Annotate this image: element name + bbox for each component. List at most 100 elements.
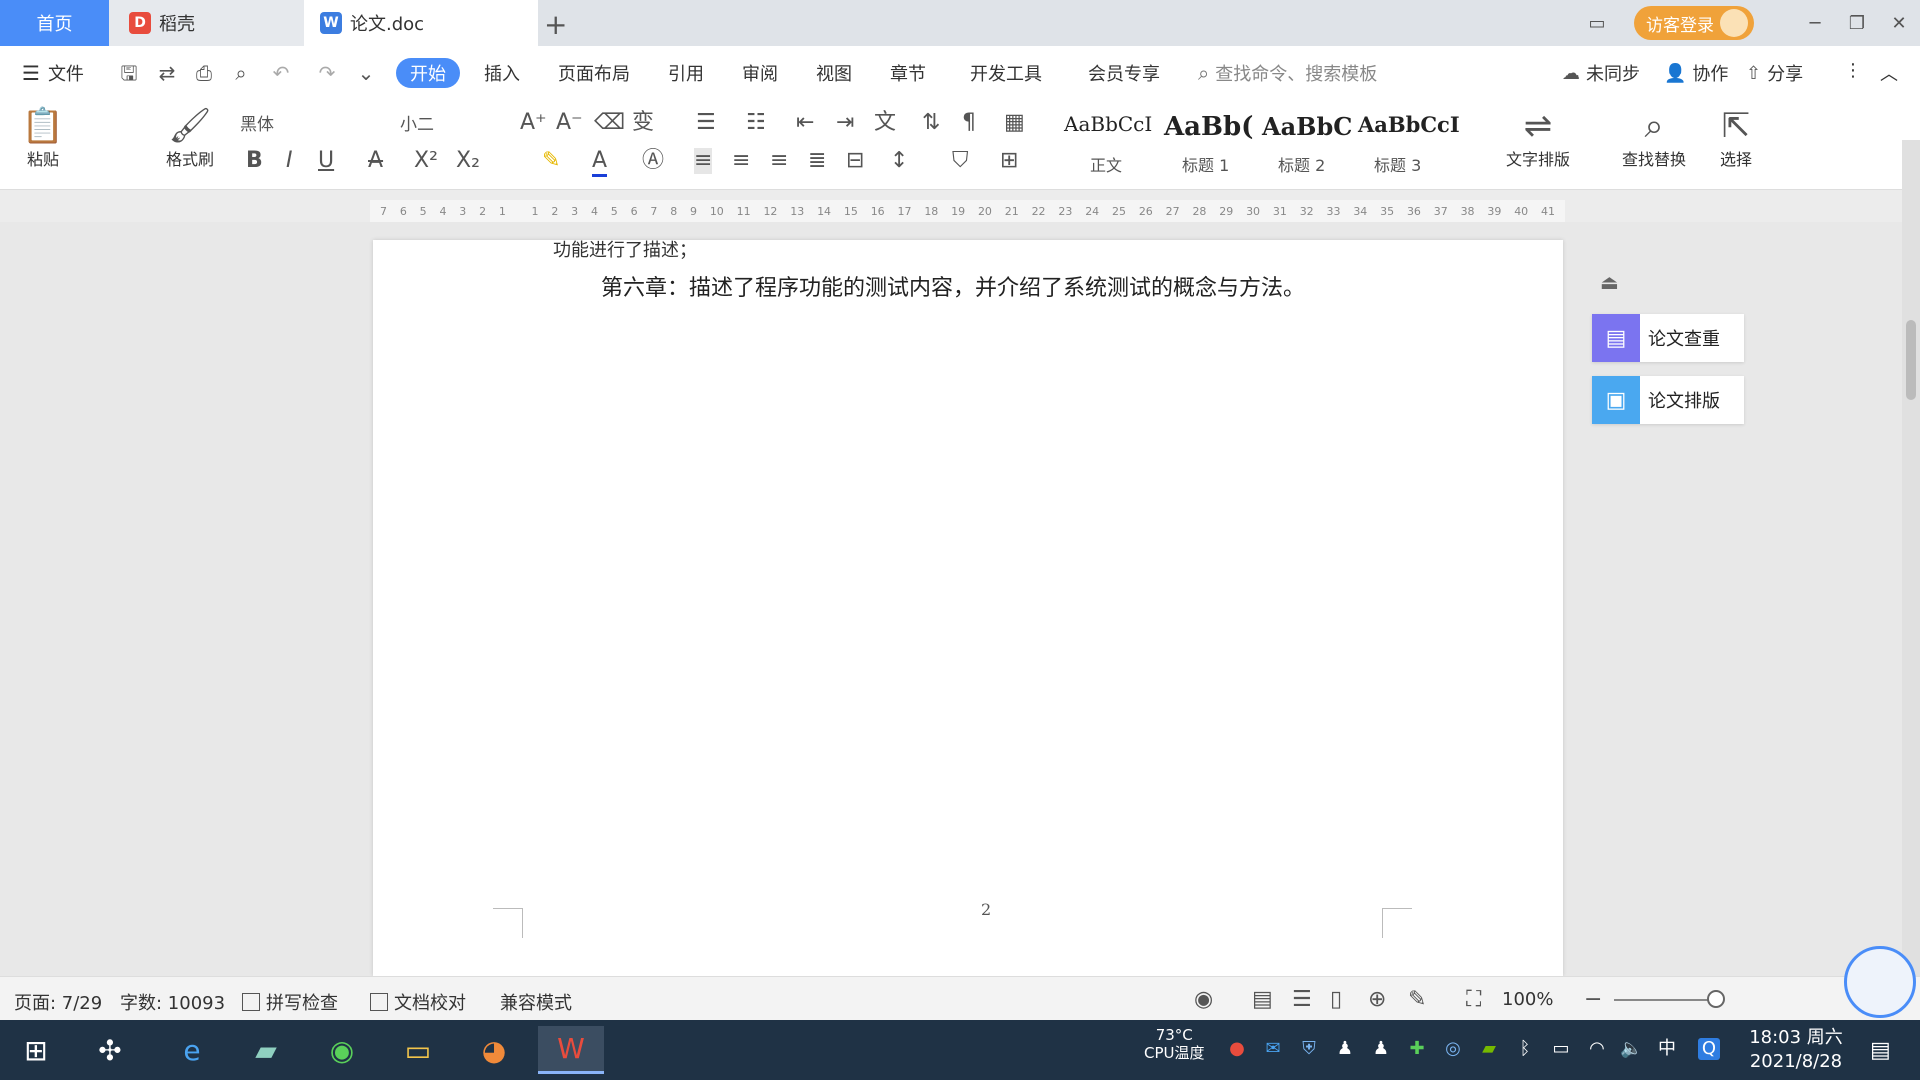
tab-view[interactable]: 视图: [816, 60, 852, 86]
italic-icon[interactable]: I: [286, 148, 293, 174]
outline-view-icon[interactable]: ☰: [1292, 987, 1312, 1012]
strikethrough-icon[interactable]: A: [368, 148, 383, 174]
bold-icon[interactable]: B: [246, 148, 263, 174]
word-count[interactable]: 字数: 10093: [120, 989, 225, 1015]
more-icon[interactable]: ⋮: [1844, 60, 1862, 81]
tab-chapter[interactable]: 章节: [890, 60, 926, 86]
windows-start-icon[interactable]: ⊞: [8, 1026, 64, 1074]
web-view-icon[interactable]: ⊕: [1368, 987, 1386, 1012]
borders-icon[interactable]: ⊞: [1000, 148, 1018, 174]
tray-chat-icon[interactable]: ✉: [1262, 1038, 1284, 1060]
decrease-indent-icon[interactable]: ⇤: [796, 110, 814, 136]
wifi-icon[interactable]: ◠: [1586, 1038, 1608, 1060]
notebook-app-icon[interactable]: ▰: [238, 1026, 294, 1074]
tray-plus-icon[interactable]: ✚: [1406, 1038, 1428, 1060]
char-border-icon[interactable]: Ⓐ: [642, 148, 664, 174]
align-left-icon[interactable]: ≡: [694, 148, 713, 174]
document-page[interactable]: 功能进行了描述； 第六章：描述了程序功能的测试内容，并介绍了系统测试的概念与方法…: [373, 240, 1563, 976]
paste-button[interactable]: 📋 粘贴: [18, 106, 68, 170]
page-indicator[interactable]: 页面: 7/29: [14, 989, 102, 1015]
tab-home[interactable]: 首页: [0, 0, 109, 46]
scrollbar-thumb[interactable]: [1906, 320, 1916, 400]
ie-browser-icon[interactable]: e: [164, 1026, 220, 1074]
tab-member[interactable]: 会员专享: [1088, 60, 1160, 86]
align-center-icon[interactable]: ≡: [732, 148, 750, 174]
chevron-down-icon[interactable]: ⌄: [355, 62, 377, 84]
tray-nvidia-icon[interactable]: ▰: [1478, 1038, 1500, 1060]
highlight-icon[interactable]: ✎: [542, 148, 560, 174]
font-color-icon[interactable]: A: [592, 148, 608, 177]
close-button[interactable]: ✕: [1878, 13, 1920, 34]
numbered-list-icon[interactable]: ☷: [746, 110, 766, 136]
orange-app-icon[interactable]: ◕: [466, 1026, 522, 1074]
tray-search-icon[interactable]: Q: [1698, 1038, 1720, 1060]
style-h3-sample[interactable]: AaBbCcI: [1358, 112, 1460, 137]
print-preview-icon[interactable]: ⌕: [230, 62, 252, 84]
system-clock[interactable]: 18:03 周六 2021/8/28: [1748, 1026, 1844, 1074]
reading-view-icon[interactable]: ▯: [1330, 987, 1342, 1012]
vertical-scrollbar[interactable]: [1902, 140, 1920, 976]
zoom-out-icon[interactable]: −: [1584, 987, 1602, 1012]
tray-bubble-icon[interactable]: ◎: [1442, 1038, 1464, 1060]
zoom-slider[interactable]: [1614, 999, 1722, 1001]
eye-protection-icon[interactable]: ◉: [1194, 987, 1213, 1012]
tab-page-layout[interactable]: 页面布局: [558, 60, 630, 86]
thesis-format-button[interactable]: ▣ 论文排版: [1592, 376, 1744, 424]
minimize-button[interactable]: ─: [1794, 13, 1836, 34]
command-search[interactable]: ⌕ 查找命令、搜索模板: [1198, 60, 1377, 86]
restore-button[interactable]: ❐: [1836, 13, 1878, 34]
show-marks-icon[interactable]: ¶: [962, 110, 976, 136]
notification-icon[interactable]: ▤: [1870, 1038, 1891, 1063]
underline-icon[interactable]: U: [318, 148, 334, 174]
horizontal-ruler[interactable]: 7 6 5 4 3 2 1 1 2 3 4 5 6 7 8 9 10 11 12 13 14 15 16 17 18 19 20 21…: [370, 200, 1565, 222]
subscript-icon[interactable]: X₂: [456, 148, 480, 174]
grow-font-icon[interactable]: A⁺: [520, 110, 547, 136]
redo-icon[interactable]: ↷: [316, 62, 338, 84]
wps-app-icon[interactable]: W: [538, 1026, 604, 1074]
cpu-temperature-widget[interactable]: 73°C CPU温度: [1144, 1026, 1205, 1062]
page-view-icon[interactable]: ▤: [1252, 987, 1273, 1012]
line-spacing-icon[interactable]: ↕: [890, 148, 908, 174]
tab-references[interactable]: 引用: [668, 60, 704, 86]
clear-format-icon[interactable]: ⌫: [594, 110, 625, 136]
find-replace-button[interactable]: ⌕ 查找替换: [1612, 106, 1696, 170]
tray-penguin2-icon[interactable]: ♟: [1370, 1038, 1392, 1060]
fan-app-icon[interactable]: ✣: [82, 1026, 138, 1074]
share-button[interactable]: ⇧ 分享: [1746, 60, 1803, 86]
tab-dev-tools[interactable]: 开发工具: [970, 60, 1042, 86]
save-icon[interactable]: 🖫: [118, 62, 140, 84]
tray-red-icon[interactable]: ●: [1226, 1038, 1248, 1060]
file-explorer-icon[interactable]: ▭: [390, 1026, 446, 1074]
print-icon[interactable]: ⎙: [193, 62, 215, 84]
font-size-select[interactable]: 小二: [400, 112, 434, 138]
chinese-layout-icon[interactable]: 文: [874, 110, 896, 136]
font-name-select[interactable]: 黑体: [240, 112, 274, 138]
select-button[interactable]: ⇱ 选择: [1712, 106, 1760, 170]
sync-button[interactable]: ☁ 未同步: [1562, 60, 1640, 86]
battery-icon[interactable]: ▭: [1550, 1038, 1572, 1060]
bullet-list-icon[interactable]: ☰: [696, 110, 716, 136]
tray-penguin-icon[interactable]: ♟: [1334, 1038, 1356, 1060]
zoom-level[interactable]: 100%: [1502, 989, 1553, 1010]
file-menu[interactable]: ☰ 文件: [22, 60, 84, 86]
shrink-font-icon[interactable]: A⁻: [556, 110, 583, 136]
layout-icon[interactable]: ▭: [1576, 13, 1618, 34]
ime-indicator[interactable]: 中: [1656, 1038, 1678, 1060]
spell-check-button[interactable]: 拼写检查: [242, 989, 338, 1015]
style-normal-sample[interactable]: AaBbCcI: [1064, 112, 1152, 136]
tab-daoke[interactable]: D 稻壳: [109, 0, 304, 46]
thesis-check-button[interactable]: ▤ 论文查重: [1592, 314, 1744, 362]
tab-insert[interactable]: 插入: [484, 60, 520, 86]
proofread-button[interactable]: 文档校对: [370, 989, 466, 1015]
align-right-icon[interactable]: ≡: [770, 148, 788, 174]
tab-review[interactable]: 审阅: [742, 60, 778, 86]
tray-shield-icon[interactable]: ⛨: [1298, 1038, 1320, 1060]
tab-document[interactable]: W 论文.doc: [304, 0, 538, 46]
collapse-up-icon[interactable]: ⏏: [1600, 270, 1619, 294]
zoom-slider-knob[interactable]: [1707, 990, 1725, 1008]
tab-start[interactable]: 开始: [396, 58, 460, 88]
collapse-ribbon-icon[interactable]: ︿: [1880, 60, 1898, 86]
pen-icon[interactable]: ✎: [1408, 987, 1426, 1012]
login-button[interactable]: 访客登录: [1634, 6, 1754, 40]
table-icon[interactable]: ▦: [1004, 110, 1025, 136]
